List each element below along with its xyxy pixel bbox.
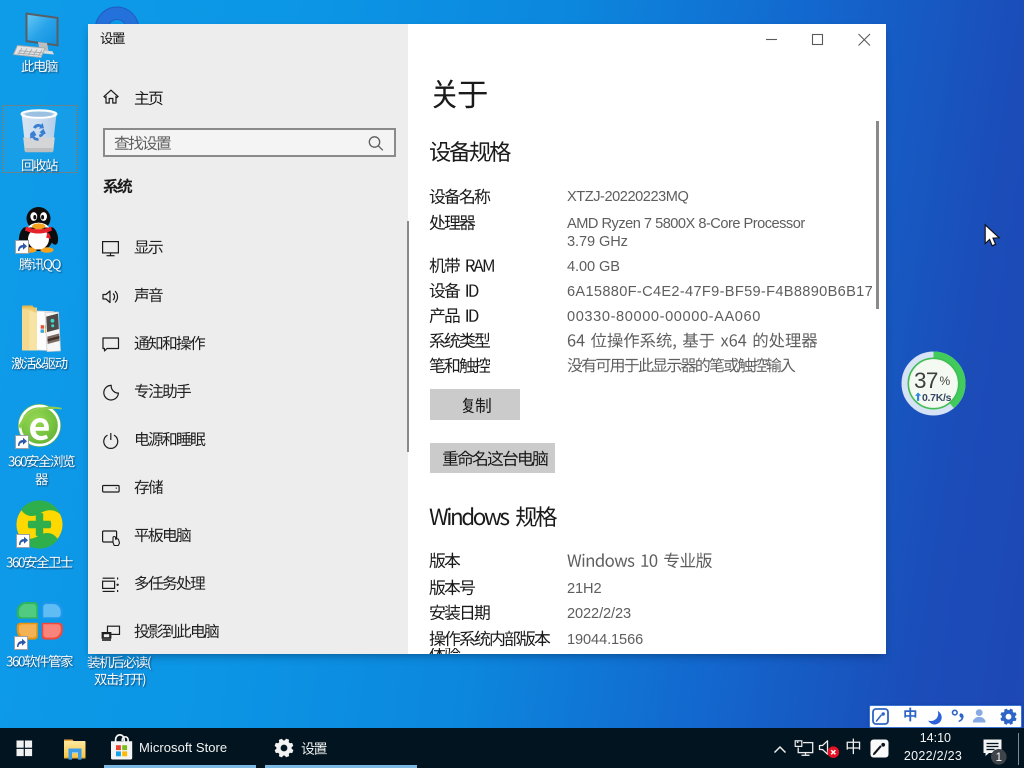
svg-text:1: 1 bbox=[996, 752, 1002, 764]
